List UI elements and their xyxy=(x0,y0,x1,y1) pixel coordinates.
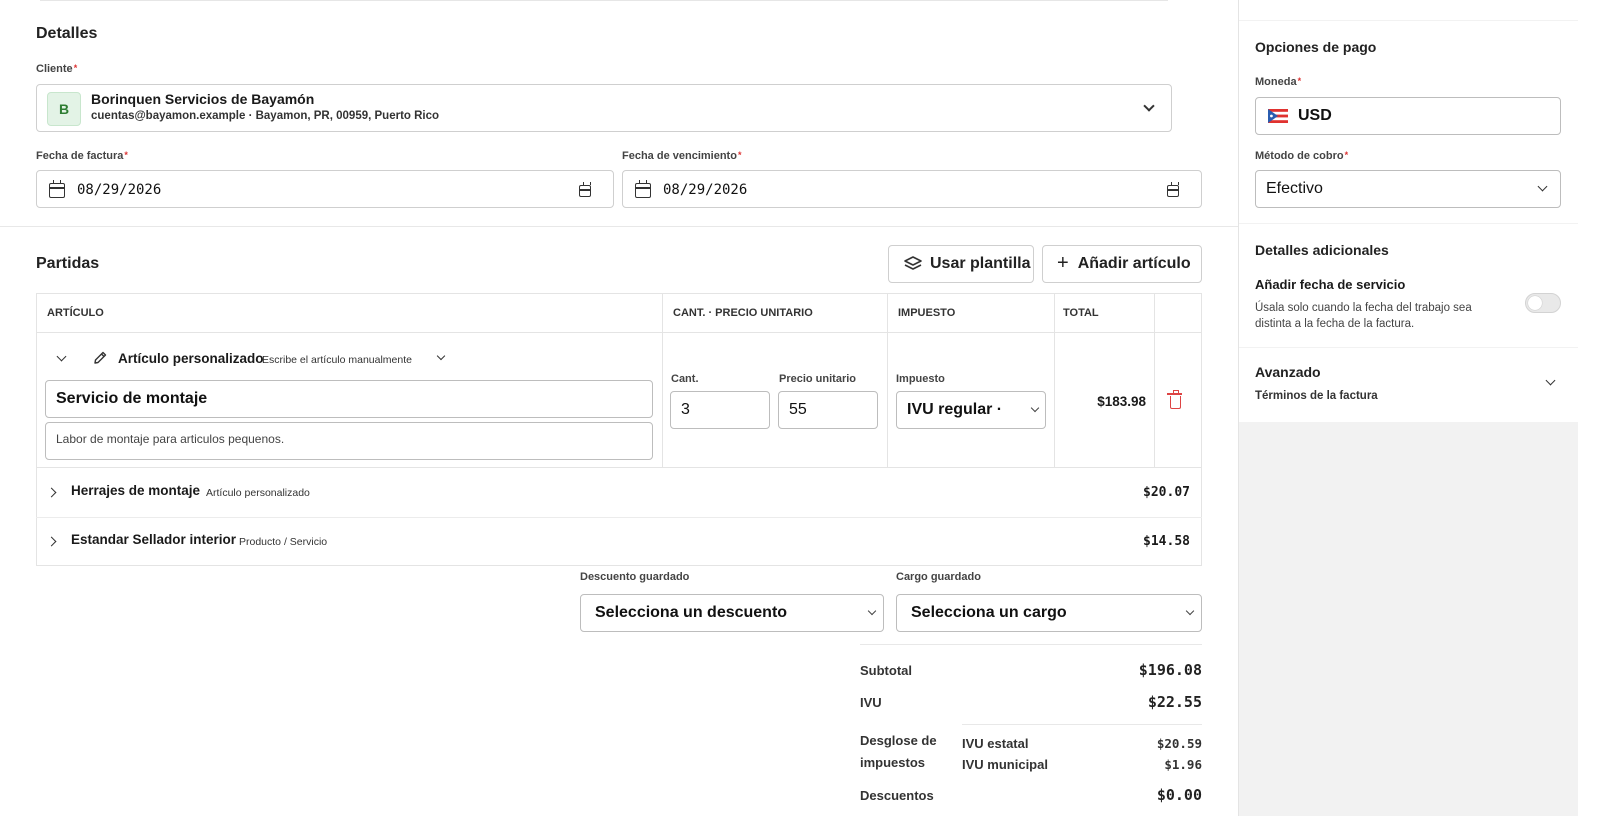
due-date-label: Fecha de vencimiento* xyxy=(622,150,742,162)
col-tax: IMPUESTO xyxy=(898,307,956,319)
charge-select[interactable]: Selecciona un cargo xyxy=(896,594,1202,632)
municipal-ivu-value: $1.96 xyxy=(1164,757,1202,772)
state-ivu-label: IVU estatal xyxy=(962,736,1029,751)
advanced-subtitle: Términos de la factura xyxy=(1255,390,1378,402)
item-type-hint: Escribe el artículo manualmente xyxy=(262,354,412,366)
col-article: ARTÍCULO xyxy=(47,307,104,319)
add-item-button[interactable]: + Añadir artículo xyxy=(1042,245,1202,283)
invoice-date-label: Fecha de factura* xyxy=(36,150,128,162)
ivu-label: IVU xyxy=(860,695,882,710)
date-picker-icon[interactable] xyxy=(1167,182,1179,197)
col-total: TOTAL xyxy=(1063,307,1099,319)
row-total: $20.07 xyxy=(1143,485,1190,500)
charge-select-value: Selecciona un cargo xyxy=(911,604,1067,621)
plus-icon: + xyxy=(1057,251,1069,274)
additional-details-panel: Detalles adicionales Añadir fecha de ser… xyxy=(1239,224,1579,347)
payment-options-panel: Opciones de pago Moneda* USD Método de c… xyxy=(1239,21,1579,223)
due-date-input[interactable]: 08/29/2026 xyxy=(622,170,1202,208)
discounts-label: Descuentos xyxy=(860,788,934,803)
layers-icon xyxy=(904,256,922,270)
currency-select[interactable]: USD xyxy=(1255,97,1561,135)
select-arrow-icon xyxy=(867,606,877,616)
item-type-label: Artículo personalizado xyxy=(118,351,264,366)
tax-select[interactable]: IVU regular · xyxy=(896,391,1046,429)
qty-input[interactable]: 3 xyxy=(670,391,770,429)
service-date-description: Úsala solo cuando la fecha del trabajo s… xyxy=(1255,302,1472,330)
charge-label: Cargo guardado xyxy=(896,571,981,583)
add-item-label: Añadir artículo xyxy=(1077,255,1191,272)
chevron-down-icon xyxy=(1143,100,1155,112)
date-picker-icon[interactable] xyxy=(579,182,591,197)
row-total: $14.58 xyxy=(1143,534,1190,549)
tax-breakdown-label: Desglose de impuestos xyxy=(860,733,937,770)
client-details: cuentas@bayamon.example · Bayamon, PR, 0… xyxy=(91,110,440,122)
subtotal-value: $196.08 xyxy=(1138,661,1202,679)
item-name-input[interactable]: Servicio de montaje xyxy=(45,380,653,418)
details-title: Detalles xyxy=(36,25,98,42)
currency-value: USD xyxy=(1298,107,1332,124)
use-template-label: Usar plantilla xyxy=(930,255,1031,272)
payment-method-select[interactable]: Efectivo xyxy=(1255,170,1561,208)
discounts-value: $0.00 xyxy=(1156,786,1202,804)
chevron-down-icon xyxy=(1537,181,1548,192)
service-date-toggle[interactable] xyxy=(1525,293,1561,313)
puerto-rico-flag-icon xyxy=(1268,109,1288,123)
payment-method-label: Método de cobro* xyxy=(1255,150,1349,162)
col-qty: CANT. · PRECIO UNITARIO xyxy=(673,307,813,319)
expanded-row-total: $183.98 xyxy=(1097,394,1146,409)
delete-item-icon[interactable] xyxy=(1167,390,1182,409)
invoice-date-value: 08/29/2026 xyxy=(77,182,162,198)
state-ivu-value: $20.59 xyxy=(1156,736,1202,751)
advanced-panel[interactable]: Avanzado Términos de la factura xyxy=(1239,348,1579,422)
invoice-date-input[interactable]: 08/29/2026 xyxy=(36,170,614,208)
currency-label: Moneda* xyxy=(1255,76,1302,88)
invoice-editor: Detalles Cliente* B Borinquen Servicios … xyxy=(0,0,1238,816)
advanced-title: Avanzado xyxy=(1255,364,1321,380)
payment-method-value: Efectivo xyxy=(1266,180,1323,197)
tax-label: Impuesto xyxy=(896,373,945,385)
pencil-icon xyxy=(94,351,107,364)
select-arrow-icon xyxy=(1185,606,1195,616)
subtotal-label: Subtotal xyxy=(860,663,912,678)
discount-select[interactable]: Selecciona un descuento xyxy=(580,594,884,632)
select-arrow-icon xyxy=(1030,403,1040,413)
discount-label: Descuento guardado xyxy=(580,571,690,583)
qty-label: Cant. xyxy=(671,373,699,385)
row-type: Artículo personalizado xyxy=(206,487,310,499)
discount-select-value: Selecciona un descuento xyxy=(595,604,788,621)
calendar-icon xyxy=(635,180,651,198)
sidebar: Opciones de pago Moneda* USD Método de c… xyxy=(1238,0,1579,816)
ivu-value: $22.55 xyxy=(1147,693,1202,711)
row-name: Herrajes de montaje xyxy=(71,483,201,498)
chevron-down-icon xyxy=(1545,375,1556,386)
use-template-button[interactable]: Usar plantilla xyxy=(888,245,1034,283)
total-banner xyxy=(1239,0,1579,20)
client-label: Cliente* xyxy=(36,63,78,75)
unit-price-label: Precio unitario xyxy=(779,373,857,385)
payment-options-title: Opciones de pago xyxy=(1255,39,1377,55)
municipal-ivu-label: IVU municipal xyxy=(962,757,1048,772)
client-avatar: B xyxy=(47,92,81,126)
service-date-title: Añadir fecha de servicio xyxy=(1255,277,1406,292)
tax-select-value: IVU regular · xyxy=(907,401,1003,418)
calendar-icon xyxy=(49,180,65,198)
client-select[interactable]: B Borinquen Servicios de Bayamón cuentas… xyxy=(36,84,1172,132)
items-title: Partidas xyxy=(36,255,100,272)
item-description-input[interactable]: Labor de montaje para articulos pequenos… xyxy=(45,422,653,460)
additional-details-title: Detalles adicionales xyxy=(1255,242,1389,258)
client-name: Borinquen Servicios de Bayamón xyxy=(91,91,315,107)
row-name: Estandar Sellador interior xyxy=(71,532,237,547)
due-date-value: 08/29/2026 xyxy=(663,182,748,198)
row-type: Producto / Servicio xyxy=(239,536,328,548)
unit-price-input[interactable]: 55 xyxy=(778,391,878,429)
